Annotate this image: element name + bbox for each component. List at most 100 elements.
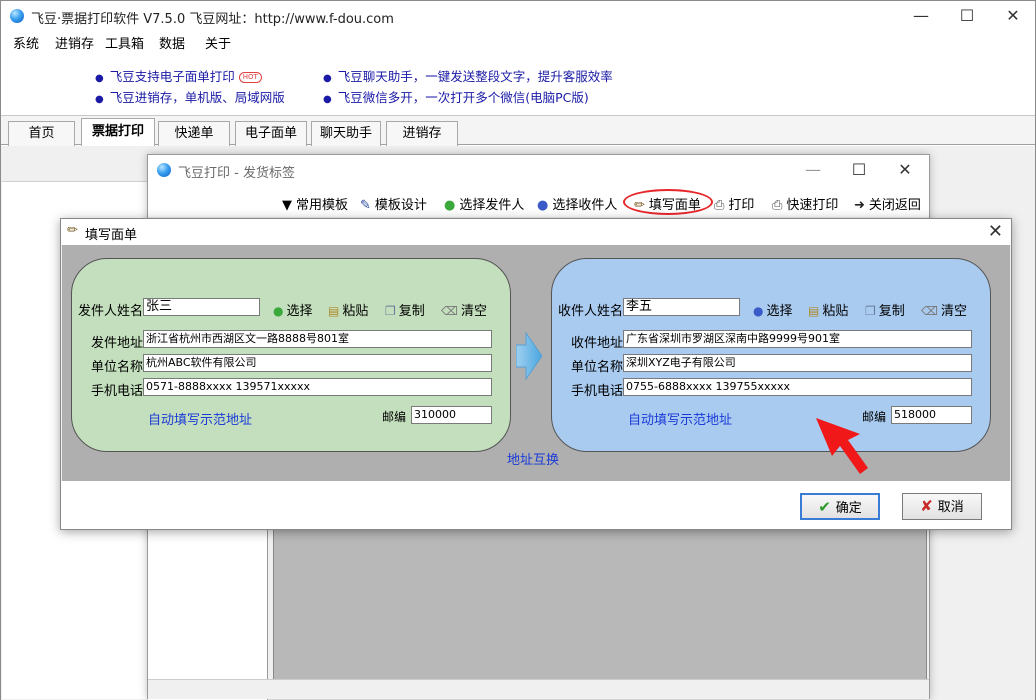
pencil-icon: ✏ (67, 223, 78, 238)
minimize-button[interactable]: — (898, 1, 944, 31)
status-bar (148, 679, 929, 699)
close-button[interactable]: ✕ (882, 155, 928, 185)
sender-name-label: 发件人姓名 (78, 304, 144, 319)
receiver-name-label: 收件人姓名 (558, 304, 624, 319)
eraser-icon: ⌫ (921, 304, 938, 318)
app-logo-icon (10, 9, 24, 23)
tab-express[interactable]: 快递单 (158, 121, 230, 146)
select-sender-button[interactable]: ● 选择发件人 (444, 194, 524, 213)
quick-print-button[interactable]: ⎙ 快速打印 (772, 194, 838, 213)
cross-icon: ✘ (920, 497, 933, 515)
check-icon: ✔ (818, 498, 831, 516)
ship-window-titlebar[interactable]: 飞豆打印 - 发货标签 — ☐ ✕ (148, 155, 929, 185)
dialog-titlebar[interactable]: ✏ 填写面单 ✕ (61, 219, 1011, 245)
sender-clear-button[interactable]: ⌫ 清空 (441, 300, 487, 319)
menu-data[interactable]: 数据 (159, 33, 185, 52)
receiver-phone-label: 手机电话 (571, 384, 624, 399)
select-receiver-button[interactable]: ● 选择收件人 (537, 194, 617, 213)
receiver-postcode-input[interactable]: 518000 (891, 406, 972, 424)
sender-select-button[interactable]: ● 选择 (273, 300, 313, 319)
cancel-button[interactable]: ✘ 取消 (902, 493, 982, 520)
tab-home[interactable]: 首页 (8, 121, 75, 146)
sender-paste-button[interactable]: ▤ 粘贴 (328, 300, 368, 319)
window-title: 飞豆·票据打印软件 V7.5.0 飞豆网址：http://www.f-dou.c… (31, 12, 394, 27)
dialog-footer: ✔ 确定 ✘ 取消 (61, 481, 1011, 529)
printer-icon: ⎙ (714, 198, 725, 213)
sender-phone-input[interactable]: 0571-8888xxxx 139571xxxxx (143, 378, 492, 396)
receiver-address-input[interactable]: 广东省深圳市罗湖区深南中路9999号901室 (623, 330, 972, 348)
ship-toolbar: ▼ 常用模板 ✎ 模板设计 ● 选择发件人 ● 选择收件人 ✏ 填写面单 ⎙ 打印 ⎙ 快速打… (148, 189, 929, 217)
eraser-icon: ⌫ (441, 304, 458, 318)
sender-company-input[interactable]: 杭州ABC软件有限公司 (143, 354, 492, 372)
close-button[interactable]: ✕ (990, 1, 1036, 31)
sender-panel: 发件人姓名 张三 ● 选择 ▤ 粘贴 ❐ 复制 ⌫ 清空 发件地址 浙江省杭州市西湖区文… (71, 258, 511, 452)
copy-icon: ❐ (865, 304, 876, 318)
sender-autofill-link[interactable]: 自动填写示范地址 (148, 409, 252, 428)
receiver-name-input[interactable]: 李五 (623, 298, 740, 316)
receiver-copy-button[interactable]: ❐ 复制 (865, 300, 905, 319)
tab-chat-assistant[interactable]: 聊天助手 (311, 121, 381, 146)
hot-badge: HOT (238, 72, 262, 83)
dialog-close-button[interactable]: ✕ (988, 221, 1003, 242)
label-canvas[interactable] (273, 527, 927, 687)
sender-name-input[interactable]: 张三 (143, 298, 260, 316)
app-logo-icon (157, 163, 171, 177)
template-design-button[interactable]: ✎ 模板设计 (360, 194, 427, 213)
dialog-title: 填写面单 (85, 228, 138, 243)
receiver-autofill-link[interactable]: 自动填写示范地址 (628, 409, 732, 428)
print-button[interactable]: ⎙ 打印 (714, 194, 754, 213)
close-return-button[interactable]: ➜ 关闭返回 (854, 194, 921, 213)
ruler-pen-icon: ✎ (360, 198, 371, 213)
promo-link-eface[interactable]: ● 飞豆支持电子面单打印 HOT (95, 66, 262, 85)
tab-receipt-print[interactable]: 票据打印 (81, 118, 155, 147)
tab-e-waybill[interactable]: 电子面单 (235, 121, 307, 146)
receiver-phone-input[interactable]: 0755-6888xxxx 139755xxxxx (623, 378, 972, 396)
fill-waybill-dialog: ✏ 填写面单 ✕ 发件人姓名 张三 ● 选择 ▤ 粘贴 ❐ 复制 ⌫ 清空 发件地址 浙… (60, 218, 1012, 530)
sender-copy-button[interactable]: ❐ 复制 (385, 300, 425, 319)
user-blue-icon: ● (537, 198, 549, 213)
ok-button[interactable]: ✔ 确定 (800, 493, 880, 520)
promo-link-chat[interactable]: ● 飞豆聊天助手，一键发送整段文字，提升客服效率 (323, 66, 613, 85)
promo-link-wechat[interactable]: ● 飞豆微信多开，一次打开多个微信(电脑PC版) (323, 87, 589, 106)
sender-address-input[interactable]: 浙江省杭州市西湖区文一路8888号801室 (143, 330, 492, 348)
printer-icon: ⎙ (772, 198, 783, 213)
receiver-company-label: 单位名称 (571, 360, 624, 375)
menu-bar: 系统 进销存 工具箱 数据 关于 (1, 31, 1035, 53)
sender-address-label: 发件地址 (91, 336, 144, 351)
exit-icon: ➜ (854, 198, 865, 213)
common-template-button[interactable]: ▼ 常用模板 (282, 194, 348, 213)
main-tab-bar: 首页 票据打印 快递单 电子面单 聊天助手 进销存 (1, 115, 1035, 147)
maximize-button[interactable]: ☐ (944, 1, 990, 31)
receiver-company-input[interactable]: 深圳XYZ电子有限公司 (623, 354, 972, 372)
sender-phone-label: 手机电话 (91, 384, 144, 399)
receiver-address-label: 收件地址 (571, 336, 624, 351)
ship-window-title: 飞豆打印 - 发货标签 (178, 166, 295, 181)
copy-icon: ❐ (385, 304, 396, 318)
swap-address-link[interactable]: 地址互换 (507, 449, 559, 468)
user-green-icon: ● (444, 198, 456, 213)
swap-arrow-icon (516, 331, 542, 381)
sender-postcode-input[interactable]: 310000 (411, 406, 492, 424)
sender-postcode-label: 邮编 (382, 410, 407, 424)
user-blue-icon: ● (753, 304, 764, 318)
fill-waybill-highlight (623, 189, 713, 215)
paste-icon: ▤ (328, 304, 340, 318)
maximize-button[interactable]: ☐ (836, 155, 882, 185)
receiver-select-button[interactable]: ● 选择 (753, 300, 793, 319)
annotation-arrow-icon (816, 418, 868, 474)
menu-system[interactable]: 系统 (13, 33, 39, 52)
promo-link-inventory[interactable]: ● 飞豆进销存，单机版、局域网版 (95, 87, 285, 106)
receiver-paste-button[interactable]: ▤ 粘贴 (808, 300, 848, 319)
menu-toolbox[interactable]: 工具箱 (105, 33, 144, 52)
receiver-clear-button[interactable]: ⌫ 清空 (921, 300, 967, 319)
user-green-icon: ● (273, 304, 284, 318)
receiver-panel: 收件人姓名 李五 ● 选择 ▤ 粘贴 ❐ 复制 ⌫ 清空 收件地址 广东省深圳市罗湖区深… (551, 258, 991, 452)
menu-about[interactable]: 关于 (205, 33, 231, 52)
main-titlebar[interactable]: 飞豆·票据打印软件 V7.5.0 飞豆网址：http://www.f-dou.c… (1, 1, 1035, 31)
menu-inventory[interactable]: 进销存 (55, 33, 94, 52)
tab-inventory[interactable]: 进销存 (386, 121, 458, 146)
promo-area: ● 飞豆支持电子面单打印 HOT ● 飞豆进销存，单机版、局域网版 ● 飞豆聊天助手，一… (1, 53, 1035, 115)
sender-company-label: 单位名称 (91, 360, 144, 375)
minimize-button[interactable]: — (790, 155, 836, 185)
paste-icon: ▤ (808, 304, 820, 318)
